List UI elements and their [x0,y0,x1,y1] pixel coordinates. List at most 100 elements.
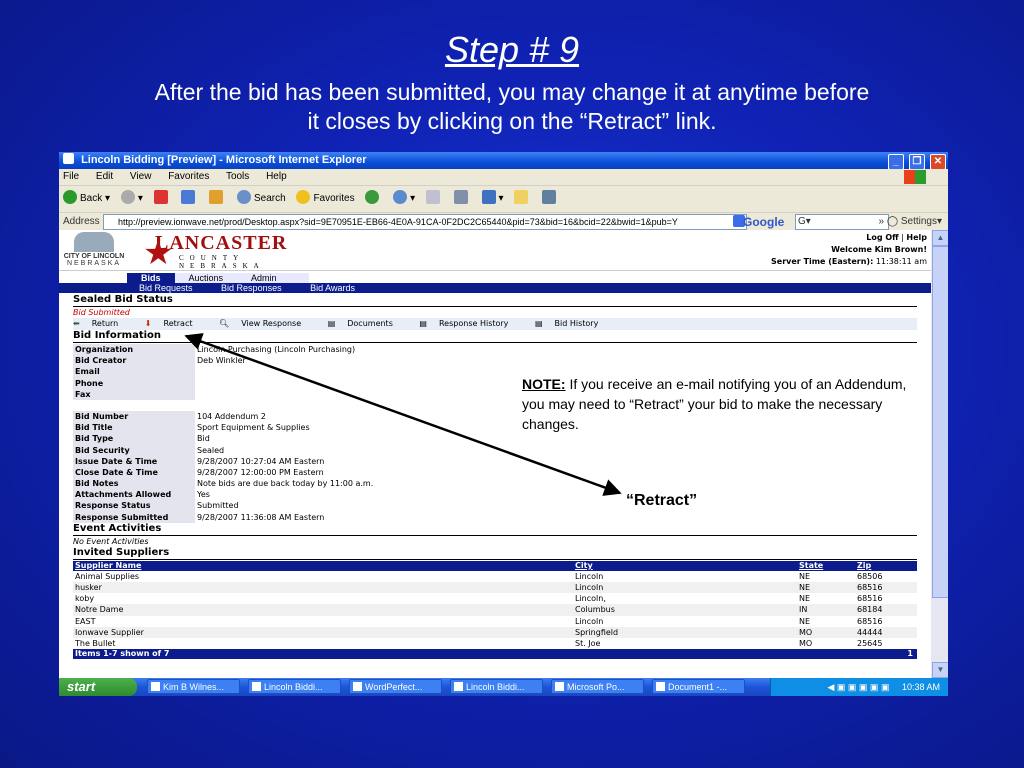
system-tray: ◀ ▣ ▣ ▣ ▣ ▣ 10:38 AM [770,678,948,696]
refresh-button[interactable] [181,186,198,212]
search-button[interactable]: Search [236,186,286,212]
menu-help[interactable]: Help [266,171,287,182]
menu-favorites[interactable]: Favorites [168,171,209,182]
return-link[interactable]: ⬅ Return [73,319,130,328]
folder-icon [514,190,529,204]
search-label: Search [253,193,286,204]
info-value: Sealed [197,445,225,455]
table-row[interactable]: husker Lincoln NE 68516 [73,582,917,594]
page-number[interactable]: 1 [907,649,913,659]
info-key: Phone [73,377,195,389]
menu-view[interactable]: View [130,171,152,182]
info-key: Issue Date & Time [73,455,195,467]
scroll-up-icon[interactable]: ▲ [932,230,948,246]
tab-auctions[interactable]: Auctions [175,273,238,283]
ie-icon [63,153,74,164]
table-row[interactable]: koby Lincoln, NE 68516 [73,593,917,604]
edit-button[interactable]: ▾ [481,186,504,212]
subnav-bid-responses[interactable]: Bid Responses [221,283,282,293]
magnifier-icon: 🔍︎ [219,319,230,328]
info-value: Note bids are due back today by 11:00 a.… [197,479,374,489]
help-link[interactable]: Help [906,233,927,242]
back-button[interactable]: Back ▾ [63,186,110,212]
minimize-button[interactable]: _ [887,154,904,170]
response-history-link[interactable]: ▤ Response History [419,319,520,328]
slide-title: Step # 9 [444,29,580,70]
table-cell: Lincoln [575,583,604,592]
app-icon [252,682,261,691]
info-value: Submitted [197,501,239,511]
mail-button[interactable] [425,186,443,212]
table-row[interactable]: Ionwave Supplier Springfield MO 44444 [73,626,917,638]
close-button[interactable]: ✕ [930,154,946,170]
documents-link[interactable]: ▤ Documents [328,319,405,328]
research-button[interactable] [542,186,559,212]
maximize-button[interactable]: ❐ [908,154,925,170]
task-item[interactable]: WordPerfect... [349,679,442,694]
view-response-link[interactable]: 🔍︎ View Response [219,319,313,328]
media-button[interactable] [365,186,382,212]
task-item[interactable]: Kim B Wilnes... [147,679,240,694]
menu-tools[interactable]: Tools [226,171,249,182]
tab-bids[interactable]: Bids [127,273,175,283]
task-list: Kim B Wilnes... Lincoln Biddi... WordPerfe… [147,679,753,695]
window-titlebar[interactable]: Lincoln Bidding [Preview] - Microsoft In… [59,152,948,170]
menu-file[interactable]: File [63,171,79,182]
retract-callout: “Retract” [626,492,698,509]
stop-button[interactable] [153,186,171,212]
task-item[interactable]: Lincoln Biddi... [248,679,341,694]
retract-link[interactable]: ⬇ Retract [145,319,205,328]
task-item[interactable]: Lincoln Biddi... [450,679,543,694]
forward-button[interactable]: ▾ [120,186,143,212]
subnav-bid-requests[interactable]: Bid Requests [139,283,193,293]
col-state[interactable]: State [799,561,857,571]
note-callout: NOTE: If you receive an e-mail notifying… [522,374,914,434]
scroll-down-icon[interactable]: ▼ [932,662,948,678]
page-content: CITY OF LINCOLN NEBRASKA ★ LANCASTER COU… [59,230,931,678]
task-item[interactable]: Document1 -... [652,679,745,694]
lancaster-county-logo[interactable]: ★ LANCASTER COUNTY NEBRASKA [143,232,286,270]
info-key: Close Date & Time [73,466,195,479]
retract-arrow-icon: ⬇ [144,319,152,328]
info-row: Close Date & Time 9/28/2007 12:00:00 PM E… [73,466,917,479]
logoff-link[interactable]: Log Off [866,233,898,242]
info-value: 9/28/2007 10:27:04 AM Eastern [197,456,325,466]
city-of-lincoln-logo[interactable]: CITY OF LINCOLN NEBRASKA [63,232,125,268]
menu-edit[interactable]: Edit [96,171,113,182]
start-button[interactable]: start [59,678,137,696]
folder-button[interactable] [514,186,531,212]
address-input[interactable]: http://preview.ionwave.net/prod/Desktop.… [103,214,747,230]
info-key: Bid Creator [73,355,195,367]
table-row[interactable]: Animal Supplies Lincoln NE 68506 [73,571,917,582]
vertical-scrollbar[interactable]: ▲ ▼ [931,230,948,678]
favorites-button[interactable]: Favorites [296,186,355,212]
tray-icons[interactable]: ◀ ▣ ▣ ▣ ▣ ▣ [828,682,890,692]
mail-icon [425,190,440,204]
bid-status-page: Sealed Bid Status Bid Submitted ⬅ Return … [73,294,917,660]
google-search-input[interactable]: G▾ [795,214,889,230]
forward-icon [120,190,135,204]
note-text: If you receive an e-mail notifying you o… [522,376,907,432]
col-supplier-name[interactable]: Supplier Name [73,561,575,571]
subnav-bid-awards[interactable]: Bid Awards [310,283,355,293]
table-row[interactable]: The Bullet St. Joe MO 25645 [73,638,917,649]
info-key: Bid Notes [73,478,195,490]
info-key: Bid Type [73,433,195,445]
history-button[interactable]: ▾ [393,186,415,212]
settings-button[interactable]: » ◯ Settings▾ [879,213,942,231]
table-row[interactable]: Notre Dame Columbus IN 68184 [73,604,917,616]
table-row[interactable]: EAST Lincoln NE 68516 [73,616,917,627]
home-button[interactable] [209,186,226,212]
edit-icon [481,190,496,204]
bid-history-link[interactable]: ▤ Bid History [535,319,610,328]
bid-history-icon: ▤ [534,319,543,328]
col-zip[interactable]: Zip [857,561,917,571]
col-city[interactable]: City [575,561,799,571]
scroll-thumb[interactable] [932,246,948,598]
server-time-label: Server Time (Eastern): [771,257,874,266]
info-key: Bid Title [73,422,195,434]
tab-admin[interactable]: Admin [237,273,291,283]
print-button[interactable] [453,186,471,212]
table-cell: NE [799,583,811,592]
task-item[interactable]: Microsoft Po... [551,679,644,694]
